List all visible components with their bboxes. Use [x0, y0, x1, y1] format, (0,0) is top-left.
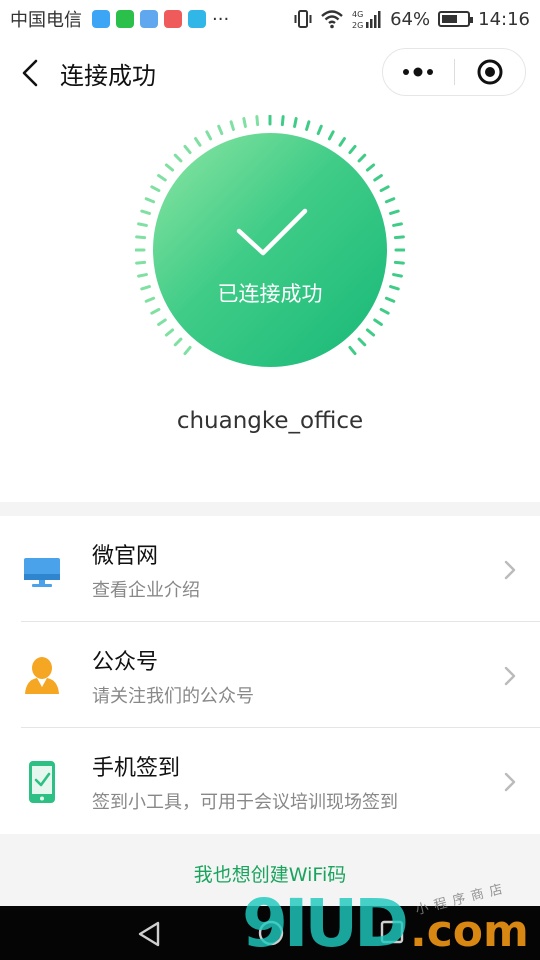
- battery-percent: 64%: [390, 8, 431, 30]
- list-item-title: 手机签到: [92, 756, 181, 781]
- nav-recent-apps-icon[interactable]: [380, 920, 404, 944]
- svg-text:2G: 2G: [352, 21, 363, 30]
- mini-program-capsule: [382, 48, 526, 96]
- ring-tick: [393, 235, 405, 240]
- list-item-subtitle: 签到小工具，可用于会议培训现场签到: [92, 792, 398, 813]
- ring-tick: [137, 222, 148, 227]
- ring-tick: [393, 260, 405, 265]
- ring-tick: [357, 337, 367, 347]
- section-divider: [0, 502, 540, 516]
- gallery-app-icon: [140, 10, 158, 28]
- footer-area: 我也想创建WiFi码: [0, 834, 540, 906]
- ring-tick: [357, 153, 367, 163]
- ring-tick: [173, 337, 183, 347]
- ring-tick: [183, 144, 192, 155]
- ring-tick: [305, 120, 311, 131]
- ring-tick: [293, 117, 298, 128]
- list-item-phone-checkin[interactable]: 手机签到 签到小工具，可用于会议培训现场签到: [0, 728, 540, 834]
- ring-tick: [373, 174, 383, 182]
- success-message: 已连接成功: [217, 282, 323, 306]
- ring-tick: [392, 222, 403, 227]
- back-arrow-icon[interactable]: [18, 58, 44, 88]
- ring-tick: [150, 185, 161, 193]
- list-item-micro-website[interactable]: 微官网 查看企业介绍: [0, 516, 540, 622]
- page-title: 连接成功: [60, 62, 156, 90]
- status-right: 4G 2G 64% 14:16: [294, 8, 530, 30]
- person-icon: [25, 657, 59, 694]
- nav-home-icon[interactable]: [258, 920, 284, 946]
- more-dots-icon: [403, 67, 434, 77]
- ring-tick: [338, 137, 346, 147]
- more-notifications: ···: [212, 8, 230, 30]
- list-item-title: 微官网: [92, 544, 159, 569]
- ring-tick: [348, 345, 357, 356]
- wechat-app-icon: [116, 10, 134, 28]
- ring-tick: [217, 124, 224, 136]
- ring-tick: [280, 115, 285, 127]
- ring-tick: [392, 273, 403, 278]
- feature-list: 微官网 查看企业介绍 公众号 请关注我们的公众号 手机签到 签到小工具，可用于会…: [0, 516, 540, 834]
- ring-tick: [389, 209, 400, 215]
- chevron-right-icon: [504, 666, 516, 686]
- status-bar: 中国电信 ··· 4G 2G 64% 14:16: [0, 0, 540, 38]
- chevron-right-icon: [504, 560, 516, 580]
- ring-tick: [365, 328, 376, 337]
- ring-tick: [379, 307, 390, 315]
- list-item-official-account[interactable]: 公众号 请关注我们的公众号: [0, 622, 540, 728]
- ring-tick: [135, 260, 147, 265]
- system-navigation-bar: [0, 906, 540, 960]
- battery-icon: [438, 11, 474, 27]
- ring-tick: [164, 328, 175, 337]
- ring-tick: [137, 273, 148, 278]
- checkmark-icon: [236, 208, 308, 256]
- ring-tick: [140, 209, 151, 215]
- cloud-app-icon: [164, 10, 182, 28]
- svg-text:4G: 4G: [352, 10, 363, 19]
- ring-tick: [150, 307, 161, 315]
- ring-tick: [205, 130, 213, 141]
- list-item-title: 公众号: [92, 650, 159, 675]
- list-item-subtitle: 请关注我们的公众号: [92, 686, 254, 707]
- vibrate-icon: [294, 10, 312, 28]
- ring-tick: [242, 117, 247, 128]
- signal-icon: 4G 2G: [352, 10, 381, 30]
- success-indicator: 已连接成功: [135, 115, 405, 367]
- message-app-icon: [92, 10, 110, 28]
- ring-tick: [183, 345, 192, 356]
- nav-back-icon[interactable]: [136, 920, 164, 948]
- wifi-ssid: chuangke_office: [176, 408, 364, 434]
- list-item-subtitle: 查看企业介绍: [92, 580, 200, 601]
- ring-tick: [384, 197, 396, 204]
- close-program-button[interactable]: [455, 48, 526, 96]
- shield-app-icon: [188, 10, 206, 28]
- clock: 14:16: [478, 8, 530, 30]
- navigation-header: 连接成功: [0, 38, 540, 108]
- ring-tick: [194, 137, 202, 147]
- ring-tick: [157, 318, 167, 326]
- ring-tick: [348, 144, 357, 155]
- phone-check-icon: [29, 761, 55, 803]
- ring-tick: [373, 318, 383, 326]
- chevron-right-icon: [504, 772, 516, 792]
- ring-tick: [173, 153, 183, 163]
- carrier-name: 中国电信: [10, 10, 82, 31]
- monitor-icon: [24, 558, 60, 587]
- more-menu-button[interactable]: [383, 48, 454, 96]
- ring-tick: [327, 130, 335, 141]
- ring-tick: [379, 185, 390, 193]
- target-circle-icon: [477, 59, 503, 85]
- create-wifi-code-link[interactable]: 我也想创建WiFi码: [0, 860, 540, 887]
- ring-tick: [229, 120, 235, 131]
- ring-tick: [316, 124, 323, 136]
- ring-tick: [255, 115, 260, 127]
- ring-tick: [144, 197, 156, 204]
- ring-tick: [157, 174, 167, 182]
- ring-tick: [365, 163, 376, 172]
- status-left: 中国电信 ···: [10, 6, 229, 32]
- wifi-icon: [321, 10, 343, 29]
- ring-tick: [164, 163, 175, 172]
- ring-tick: [135, 235, 147, 240]
